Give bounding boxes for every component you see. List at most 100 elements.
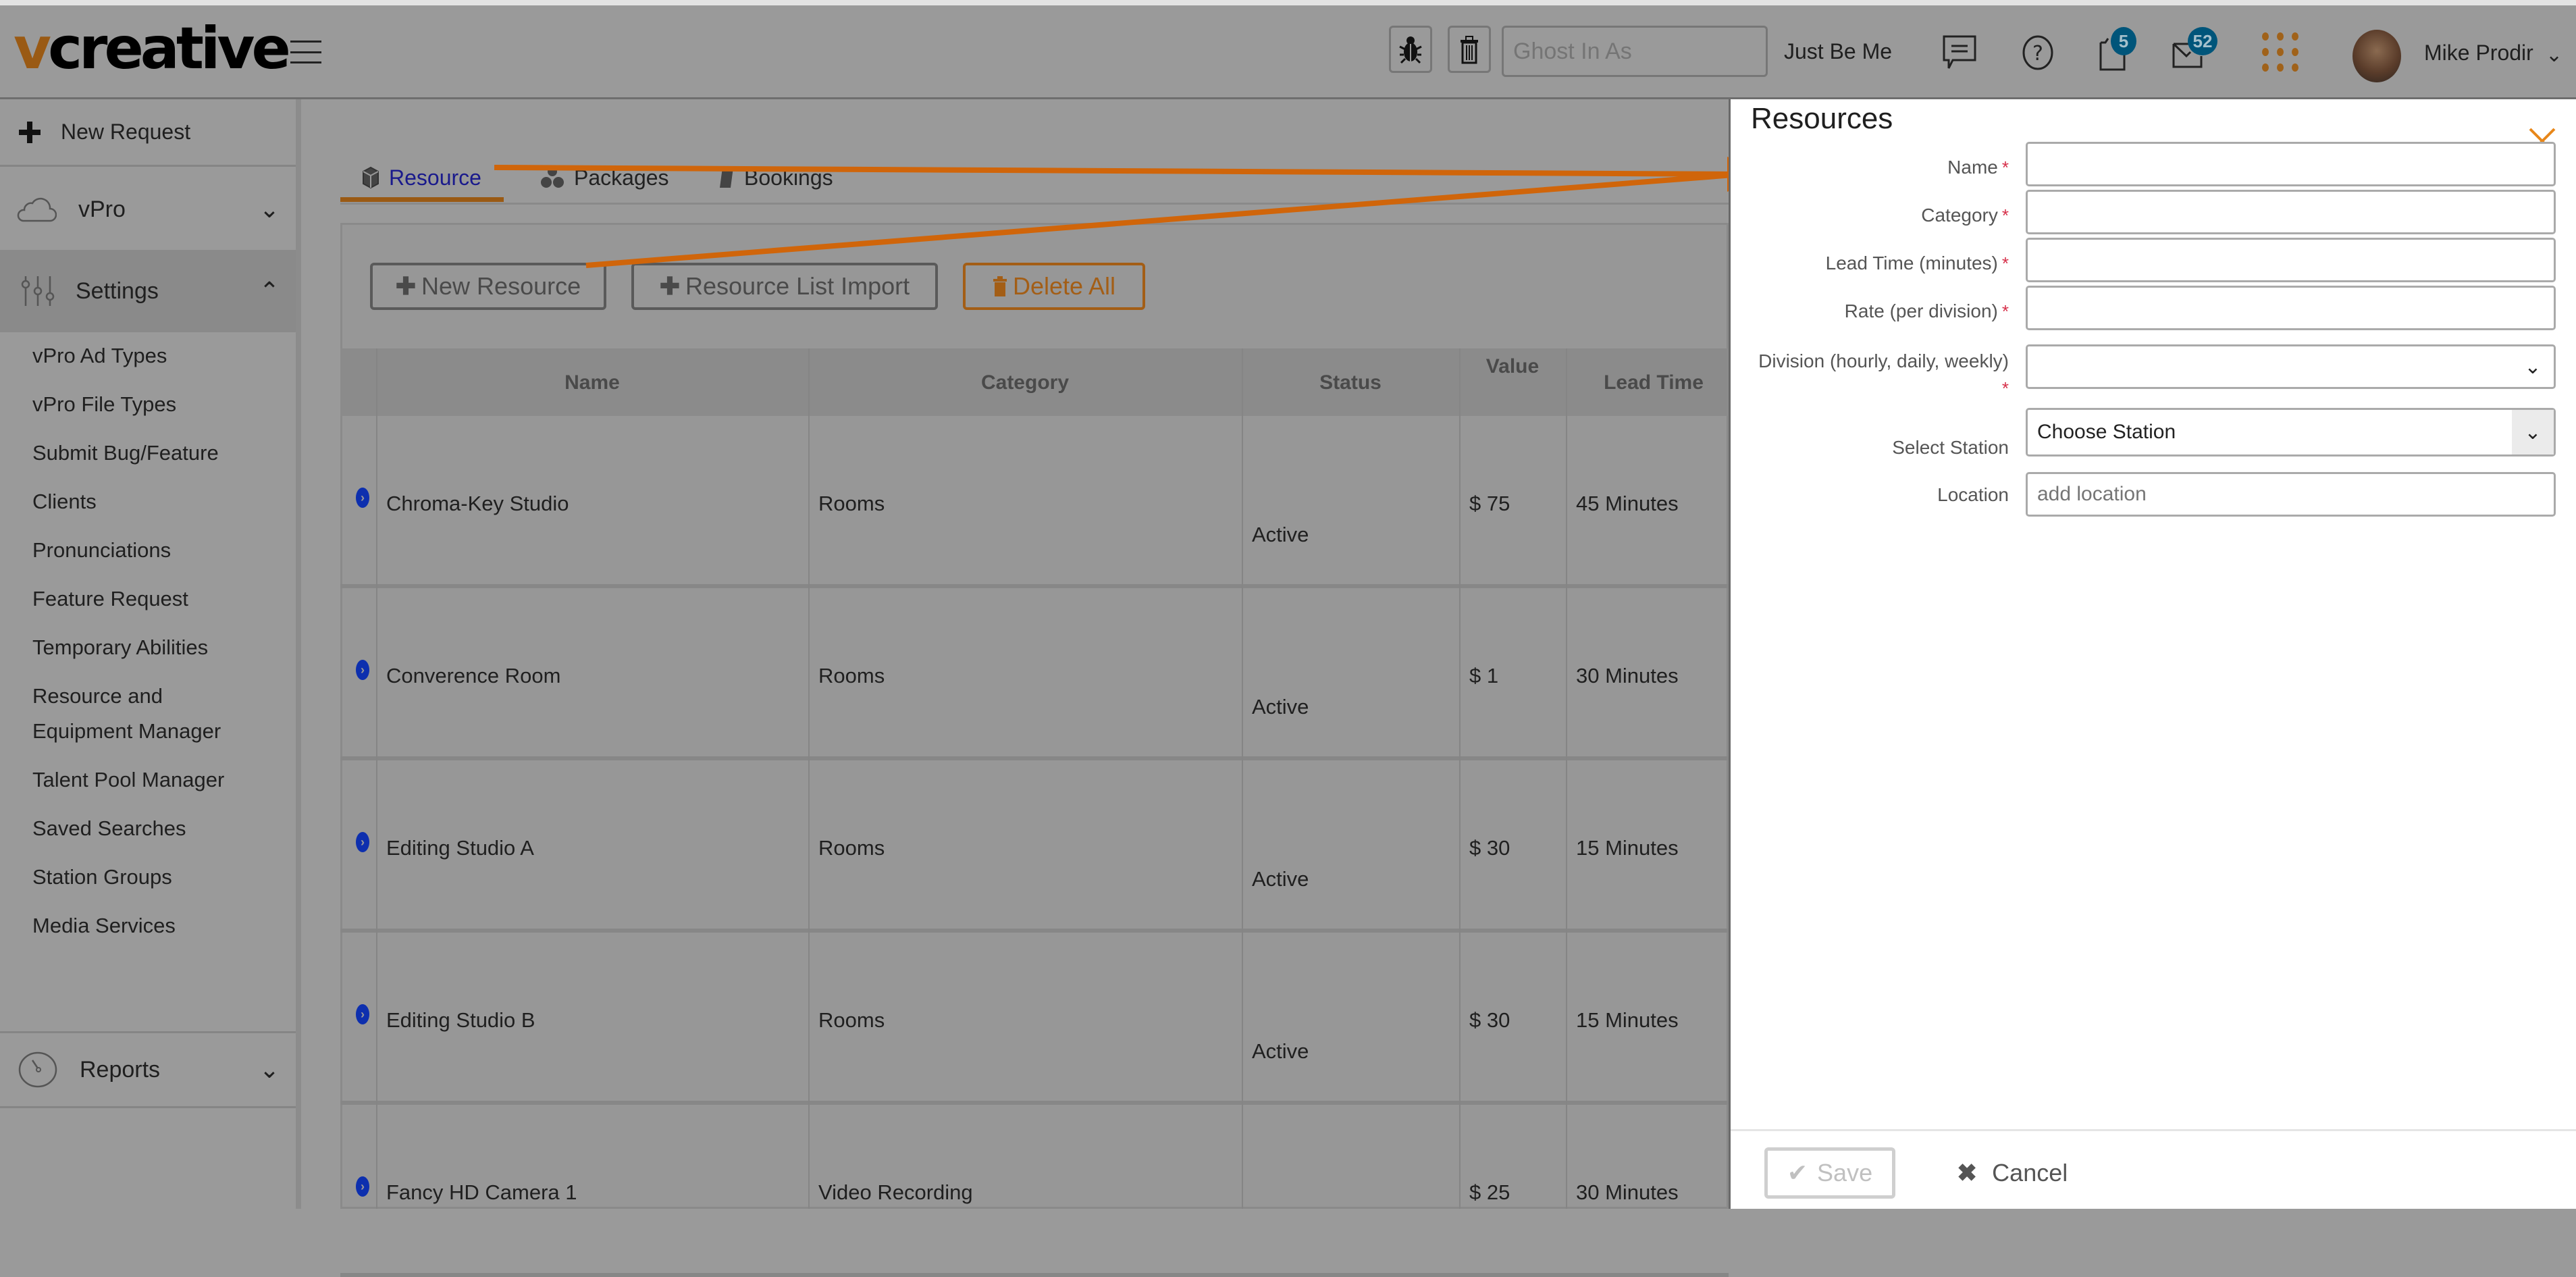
sidebar-item-vpro[interactable]: vPro ⌄	[0, 169, 296, 250]
location-input[interactable]	[2026, 472, 2556, 517]
column-header-value[interactable]: Value	[1459, 355, 1566, 378]
dashboard-gauge-icon	[18, 1051, 57, 1088]
sidebar-subitem-media-services[interactable]: Media Services	[32, 908, 176, 943]
column-divider	[376, 348, 377, 1209]
save-button[interactable]: ✔ Save	[1764, 1147, 1895, 1199]
apps-grid-button[interactable]	[2259, 30, 2302, 74]
resource-list-import-button[interactable]: ✚ Resource List Import	[631, 263, 938, 310]
cloud-icon	[17, 197, 57, 222]
table-row[interactable]: › Editing Studio B Rooms Active $ 30 15 Minut…	[340, 933, 1729, 1105]
help-button[interactable]: ?	[2019, 32, 2057, 73]
chevron-down-icon: ⌄	[2512, 410, 2554, 454]
expand-row-icon[interactable]: ›	[356, 832, 369, 852]
category-input[interactable]	[2026, 190, 2556, 234]
cancel-button[interactable]: ✖ Cancel	[1957, 1153, 2068, 1193]
requests-button[interactable]: 5	[2095, 27, 2136, 73]
sidebar-item-settings[interactable]: Settings ⌃	[0, 250, 296, 332]
trash-icon	[1461, 36, 1478, 64]
bug-report-button[interactable]	[1389, 26, 1432, 73]
sidebar-item-label: New Request	[61, 120, 191, 144]
cell-status: Active	[1252, 1039, 1309, 1063]
station-select[interactable]: Choose Station ⌄	[2026, 408, 2556, 457]
resource-form-panel: Resources Name * Category * Lead Time (min…	[1729, 99, 2576, 1209]
sidebar-subitem-resource-equipment-manager[interactable]: Resource and Equipment Manager	[32, 679, 221, 749]
column-divider	[1242, 348, 1243, 1209]
sidebar-subitem-talent-pool-manager[interactable]: Talent Pool Manager	[32, 762, 224, 798]
chevron-down-icon[interactable]: ⌄	[259, 195, 280, 224]
division-select[interactable]: ⌄	[2026, 344, 2556, 389]
chevron-up-icon[interactable]: ⌃	[259, 277, 280, 305]
cell-lead-time: 30 Minutes	[1576, 1180, 1679, 1204]
help-icon: ?	[2022, 35, 2053, 70]
sidebar-subitem-submit-bug-feature[interactable]: Submit Bug/Feature	[32, 436, 219, 471]
user-avatar[interactable]	[2352, 30, 2401, 82]
expand-row-icon[interactable]: ›	[356, 1004, 369, 1024]
resource-tabs: Resource Packages Bookings	[340, 155, 1729, 205]
cell-name: Editing Studio B	[386, 1008, 535, 1032]
chevron-down-icon: ⌄	[2524, 355, 2542, 378]
chevron-down-icon[interactable]: ⌄	[259, 1056, 280, 1084]
ghost-in-as-input[interactable]	[1502, 26, 1768, 77]
name-input[interactable]	[2026, 142, 2556, 186]
svg-text:?: ?	[2032, 42, 2043, 66]
delete-all-button[interactable]: Delete All	[963, 263, 1145, 310]
column-header-name[interactable]: Name	[376, 371, 808, 394]
hamburger-menu-icon[interactable]	[290, 41, 321, 63]
new-resource-button[interactable]: ✚ New Resource	[370, 263, 606, 310]
cell-category: Video Recording	[818, 1180, 973, 1204]
trash-button[interactable]	[1448, 26, 1491, 73]
plus-icon: ✚	[659, 272, 681, 300]
cell-name: Converence Room	[386, 664, 561, 687]
sliders-icon	[21, 276, 55, 306]
cubes-icon	[541, 167, 564, 188]
tab-bookings[interactable]: Bookings	[718, 155, 833, 200]
just-be-me-link[interactable]: Just Be Me	[1784, 39, 1892, 64]
expand-row-icon[interactable]: ›	[356, 660, 369, 680]
column-header-category[interactable]: Category	[808, 371, 1242, 394]
tab-packages[interactable]: Packages	[540, 155, 669, 200]
cell-category: Rooms	[818, 1008, 885, 1032]
sidebar-item-new-request[interactable]: New Request	[0, 99, 296, 167]
sidebar-item-reports[interactable]: Reports ⌄	[0, 1031, 296, 1108]
trash-icon	[993, 276, 1007, 296]
table-header: Name Category Status Value Lead Time	[340, 348, 1729, 416]
cell-value: $ 30	[1469, 836, 1510, 860]
column-header-lead-time[interactable]: Lead Time	[1566, 371, 1741, 394]
column-header-status[interactable]: Status	[1242, 371, 1459, 394]
footer-divider	[1731, 1129, 2576, 1131]
sidebar-subitem-station-groups[interactable]: Station Groups	[32, 860, 172, 895]
sidebar-subitem-vpro-file-types[interactable]: vPro File Types	[32, 387, 176, 422]
sidebar-item-label: Reports	[80, 1056, 161, 1083]
rate-label: Rate (per division) *	[1844, 301, 2009, 321]
cell-value: $ 25	[1469, 1180, 1510, 1204]
sidebar-subitem-temporary-abilities[interactable]: Temporary Abilities	[32, 630, 208, 665]
check-icon: ✔	[1787, 1159, 1808, 1187]
sidebar-subitem-pronunciations[interactable]: Pronunciations	[32, 533, 171, 568]
column-divider	[808, 348, 810, 1209]
messages-button[interactable]: 52	[2169, 27, 2217, 73]
vcreative-logo[interactable]: vcreative	[14, 15, 291, 82]
cell-category: Rooms	[818, 664, 885, 687]
plus-icon: ✚	[395, 272, 417, 300]
tab-resource[interactable]: Resource	[362, 155, 481, 200]
sidebar-item-label: Settings	[76, 278, 159, 304]
table-row[interactable]: › Converence Room Rooms Active $ 1 30 Minutes	[340, 588, 1729, 760]
cell-name: Chroma-Key Studio	[386, 492, 569, 515]
table-row[interactable]: › Chroma-Key Studio Rooms Active $ 75 45 Minu…	[340, 416, 1729, 588]
lead-time-input[interactable]	[2026, 238, 2556, 282]
sidebar-subitem-vpro-ad-types[interactable]: vPro Ad Types	[32, 338, 167, 373]
chevron-down-icon[interactable]: ⌄	[2546, 43, 2562, 67]
table-row[interactable]: › Editing Studio A Rooms Active $ 30 15 Minut…	[340, 760, 1729, 933]
required-marker: *	[2001, 378, 2009, 398]
rate-input[interactable]	[2026, 286, 2556, 330]
sidebar-subitem-saved-searches[interactable]: Saved Searches	[32, 811, 186, 846]
user-name[interactable]: Mike Prodir	[2424, 41, 2533, 66]
sidebar-subitem-feature-request[interactable]: Feature Request	[32, 581, 188, 617]
expand-row-icon[interactable]: ›	[356, 488, 369, 508]
apps-grid-icon	[2262, 32, 2298, 72]
expand-row-icon[interactable]: ›	[356, 1176, 369, 1197]
table-row[interactable]: › Fancy HD Camera 1 Video Recording $ 25 30 …	[340, 1105, 1729, 1277]
feedback-button[interactable]	[1941, 32, 1978, 73]
column-divider	[1566, 348, 1567, 1209]
sidebar-subitem-clients[interactable]: Clients	[32, 484, 97, 519]
